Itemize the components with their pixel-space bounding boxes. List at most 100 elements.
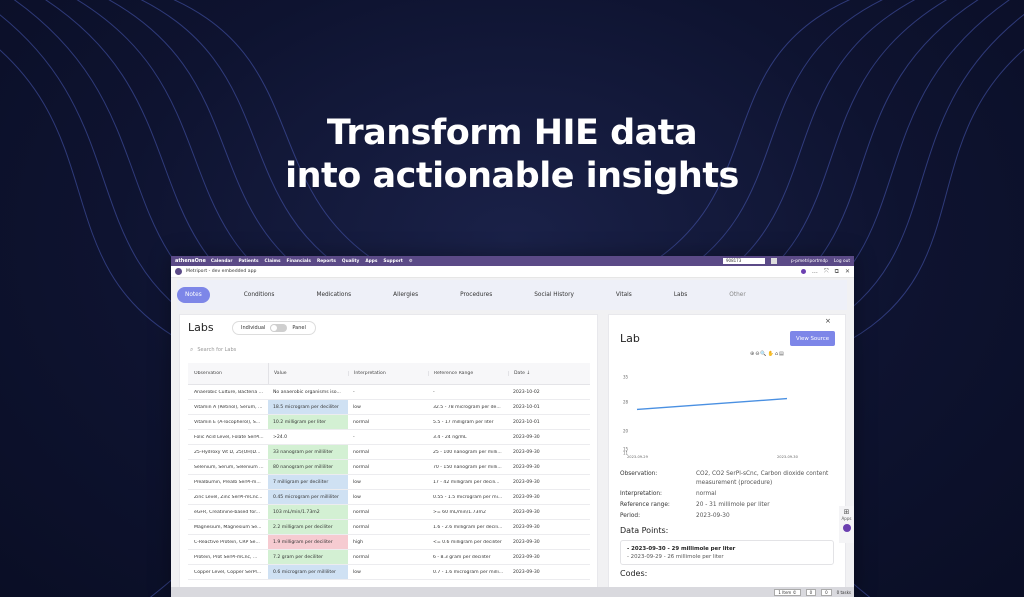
table-row[interactable]: Vitamin A (Retinol), Serum, ... 18.5 micr… [188,400,590,415]
tab-conditions[interactable]: Conditions [236,287,283,303]
status-item[interactable]: 0 [805,588,817,596]
popout-icon[interactable]: ⧉ [835,268,839,276]
embedded-app-titlebar: Metriport - dev embedded app … ⤧ ⧉ ✕ [171,266,854,278]
table-row[interactable]: Protein, Prot SerPl-mCnc, ... 7.2 gram pe… [188,550,590,565]
cell-observation: Copper Level, Copper SerPl... [194,569,262,575]
close-icon[interactable]: ✕ [845,268,850,275]
detail-field-value: normal [696,491,717,497]
data-point-item: - 2023-09-29 - 26 millimole per liter [627,554,724,560]
cell-date: 2023-10-02 [513,389,540,395]
cell-interpretation: normal [353,449,370,455]
individual-panel-toggle[interactable]: Individual Panel [232,321,316,335]
table-body: Anaerobic Culture, Bacteria ... No anaero… [188,385,590,580]
cell-interpretation: high [353,539,364,545]
athena-logo[interactable]: athenaOne [175,258,206,264]
toggle-individual-label: Individual [241,325,266,331]
tab-other[interactable]: Other [721,287,753,303]
nav-support[interactable]: Support [383,259,402,264]
cell-interpretation: - [353,389,355,395]
athena-topbar: athenaOne Calendar Patients Claims Finan… [171,256,854,266]
labs-search[interactable]: ⌕ Search for Labs [190,344,280,355]
col-reference-range[interactable]: Reference Range [428,371,508,376]
table-row[interactable]: eGFR, Creatinine-based for... 103 mL/min/… [188,505,590,520]
logout-link[interactable]: Log out [834,259,850,264]
expand-icon[interactable]: ⤧ [824,268,829,276]
tab-social-history[interactable]: Social History [526,287,582,303]
tab-vitals[interactable]: Vitals [608,287,640,303]
side-apps-dock[interactable]: ⊞ Apps [839,506,854,543]
lab-fields: Observation: CO2, CO2 SerPl-sCnc, Carbon … [620,470,840,523]
cell-date: 2023-09-30 [513,524,540,530]
toggle-knob [271,325,278,331]
detail-field-key: Period: [620,513,641,519]
cell-reference-range: 1.6 - 2.6 milligram per decili... [433,524,503,530]
tab-notes[interactable]: Notes [177,287,210,303]
codes-title: Codes: [620,569,648,578]
cell-observation: Vitamin A (Retinol), Serum, ... [194,404,263,410]
detail-field: Reference range: 20 - 31 millimole per li… [620,501,840,510]
nav-patients[interactable]: Patients [238,259,258,264]
col-value[interactable]: Value [268,363,348,384]
gear-icon[interactable]: ⚙ [409,259,413,264]
data-point-item: - 2023-09-30 - 29 millimole per liter [627,546,736,552]
table-row[interactable]: Folic Acid Level, Folate SerPl... >24.0 - 3… [188,430,590,445]
nav-claims[interactable]: Claims [265,259,281,264]
table-row[interactable]: Copper Level, Copper SerPl... 0.6 microgr… [188,565,590,580]
data-points-title: Data Points: [620,526,669,535]
cell-observation: 25-Hydroxy Vit D, 25(OH)D... [194,449,261,455]
cell-value: 1.9 milligram per deciliter [268,535,348,549]
cell-reference-range: 70 - 150 nanogram per milli... [433,464,502,470]
detail-field-value: CO2, CO2 SerPl-sCnc, Carbon dioxide cont… [696,471,829,486]
patient-id-input[interactable]: 908173 [722,258,765,264]
cell-value: 7 milligram per deciliter [268,475,348,489]
table-row[interactable]: 25-Hydroxy Vit D, 25(OH)D... 33 nanogram … [188,445,590,460]
labs-search-input[interactable]: Search for Labs [197,347,236,353]
nav-apps[interactable]: Apps [365,259,377,264]
table-row[interactable]: Selenium, Serum, Selenium ... 80 nanogram… [188,460,590,475]
status-item: 0 tasks [836,589,851,595]
detail-field-key: Interpretation: [620,491,662,497]
user-name[interactable]: p-pmetriportmdp [791,259,828,264]
toggle-switch[interactable] [270,324,288,332]
nav-calendar[interactable]: Calendar [211,259,233,264]
nav-quality[interactable]: Quality [342,259,359,264]
table-row[interactable]: C-Reactive Protein, CRP Se... 1.9 milligr… [188,535,590,550]
nav-reports[interactable]: Reports [317,259,336,264]
tab-allergies[interactable]: Allergies [385,287,426,303]
cell-observation: eGFR, Creatinine-based for... [194,509,261,515]
col-interpretation[interactable]: Interpretation [348,371,428,376]
close-icon[interactable]: × [825,317,831,325]
cell-interpretation: normal [353,524,370,530]
nav-financials[interactable]: Financials [287,259,311,264]
status-item[interactable]: 0 [821,588,832,596]
minimize-icon[interactable]: … [812,268,818,275]
y-tick-label: 35 [623,375,629,380]
app-launcher-icon[interactable] [842,524,851,532]
table-row[interactable]: Anaerobic Culture, Bacteria ... No anaero… [188,385,590,400]
table-row[interactable]: Zinc Level, Zinc SerPl-mCnc... 0.45 micro… [188,490,590,505]
cell-date: 2023-09-30 [513,569,540,575]
info-icon[interactable] [800,269,806,274]
cell-reference-range: 17 - 42 milligram per decili... [433,479,500,485]
labs-table: Observation Value Interpretation Referen… [188,363,590,580]
col-observation[interactable]: Observation [188,371,268,376]
tab-medications[interactable]: Medications [308,287,359,303]
tab-labs[interactable]: Labs [666,287,695,303]
cell-value: 33 nanogram per milliliter [268,445,348,459]
apps-grid-icon[interactable]: ⊞ [839,508,854,516]
cell-date: 2023-09-30 [513,539,540,545]
status-item[interactable]: 1 Item © [774,588,801,596]
table-row[interactable]: Vitamin E (A-Tocopherol), S... 10.2 milli… [188,415,590,430]
headline-line-1: Transform HIE data [326,113,698,153]
table-row[interactable]: Magnesium, Magnesium Se... 2.2 milligram … [188,520,590,535]
search-icon[interactable] [770,258,777,264]
cell-date: 2023-09-30 [513,554,540,560]
cell-date: 2023-09-30 [513,449,540,455]
view-source-button[interactable]: View Source [790,331,835,346]
table-row[interactable]: Prealbumin, Prealb SerPl-m... 7 milligram… [188,475,590,490]
tab-procedures[interactable]: Procedures [452,287,500,303]
col-date[interactable]: Date ↓ [508,371,588,376]
cell-reference-range: - [433,389,435,395]
cell-reference-range: >= 60 mL/min/1.73m2 [433,509,486,515]
cell-reference-range: 32.5 - 78 microgram per de... [433,404,501,410]
